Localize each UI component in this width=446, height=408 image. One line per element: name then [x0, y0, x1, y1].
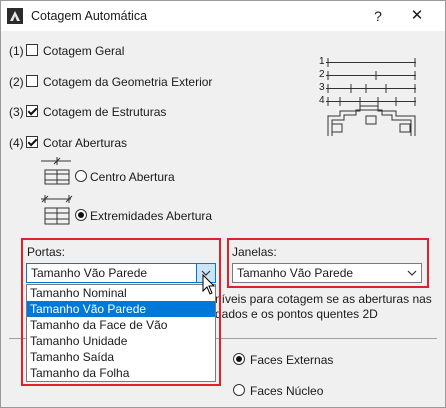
portas-option[interactable]: Tamanho Nominal — [27, 285, 215, 301]
portas-option[interactable]: Tamanho Unidade — [27, 333, 215, 349]
extremidades-abertura-radio[interactable] — [75, 209, 87, 221]
centro-abertura-icon — [41, 157, 71, 185]
option-1-number: (1) — [9, 44, 24, 58]
cotagem-geral-checkbox[interactable] — [26, 44, 38, 56]
cotar-aberturas-checkbox[interactable] — [26, 136, 38, 148]
option-2-number: (2) — [9, 75, 24, 89]
dimension-lines-preview: 1 2 3 4 — [319, 56, 419, 138]
portas-select[interactable]: Tamanho Vão Parede — [26, 263, 216, 283]
cotar-aberturas-label[interactable]: Cotar Aberturas — [43, 136, 127, 150]
archicad-app-icon — [7, 8, 23, 24]
help-button[interactable]: ? — [366, 5, 390, 27]
janelas-select[interactable]: Tamanho Vão Parede — [232, 263, 422, 283]
dialog-title: Cotagem Automática — [31, 9, 148, 23]
option-3-number: (3) — [9, 105, 24, 119]
portas-option[interactable]: Tamanho Saída — [27, 349, 215, 365]
preview-number: 1 — [319, 56, 325, 67]
portas-dropdown-list: Tamanho Nominal Tamanho Vão Parede Taman… — [26, 284, 216, 382]
faces-externas-label[interactable]: Faces Externas — [250, 353, 333, 367]
auto-dimension-dialog: Cotagem Automática ? ✕ (1) Cotagem Geral… — [0, 0, 446, 408]
portas-option[interactable]: Tamanho da Folha — [27, 365, 215, 381]
extremidades-abertura-label[interactable]: Extremidades Abertura — [90, 209, 212, 223]
info-text-line-1: níveis para cotagem se as aberturas nas — [215, 292, 432, 306]
info-text-line-2: dados e os pontos quentes 2D — [215, 307, 378, 321]
title-bar: Cotagem Automática ? ✕ — [1, 1, 445, 31]
cotagem-estruturas-label[interactable]: Cotagem de Estruturas — [43, 105, 166, 119]
portas-option-selected[interactable]: Tamanho Vão Parede — [27, 301, 215, 317]
portas-select-value: Tamanho Vão Parede — [31, 266, 148, 280]
centro-abertura-radio[interactable] — [75, 170, 87, 182]
faces-externas-radio[interactable] — [233, 353, 245, 365]
faces-nucleo-radio[interactable] — [233, 384, 245, 396]
close-button[interactable]: ✕ — [405, 5, 429, 27]
dimension-lines-drawing — [326, 58, 416, 136]
preview-number: 2 — [319, 69, 325, 80]
portas-option[interactable]: Tamanho da Face de Vão — [27, 317, 215, 333]
chevron-down-icon — [403, 264, 421, 282]
extremidades-abertura-icon — [41, 195, 73, 225]
cotagem-geometria-exterior-label[interactable]: Cotagem da Geometria Exterior — [43, 75, 212, 89]
preview-number: 4 — [319, 95, 325, 106]
option-4-number: (4) — [9, 136, 24, 150]
mouse-cursor-icon — [202, 274, 216, 295]
janelas-label: Janelas: — [232, 245, 277, 259]
preview-number: 3 — [319, 82, 325, 93]
cotagem-geral-label[interactable]: Cotagem Geral — [43, 44, 124, 58]
cotagem-estruturas-checkbox[interactable] — [26, 105, 38, 117]
portas-label: Portas: — [27, 245, 66, 259]
centro-abertura-label[interactable]: Centro Abertura — [90, 170, 175, 184]
faces-nucleo-label[interactable]: Faces Núcleo — [250, 384, 323, 398]
janelas-select-value: Tamanho Vão Parede — [237, 266, 354, 280]
cotagem-geometria-exterior-checkbox[interactable] — [26, 75, 38, 87]
